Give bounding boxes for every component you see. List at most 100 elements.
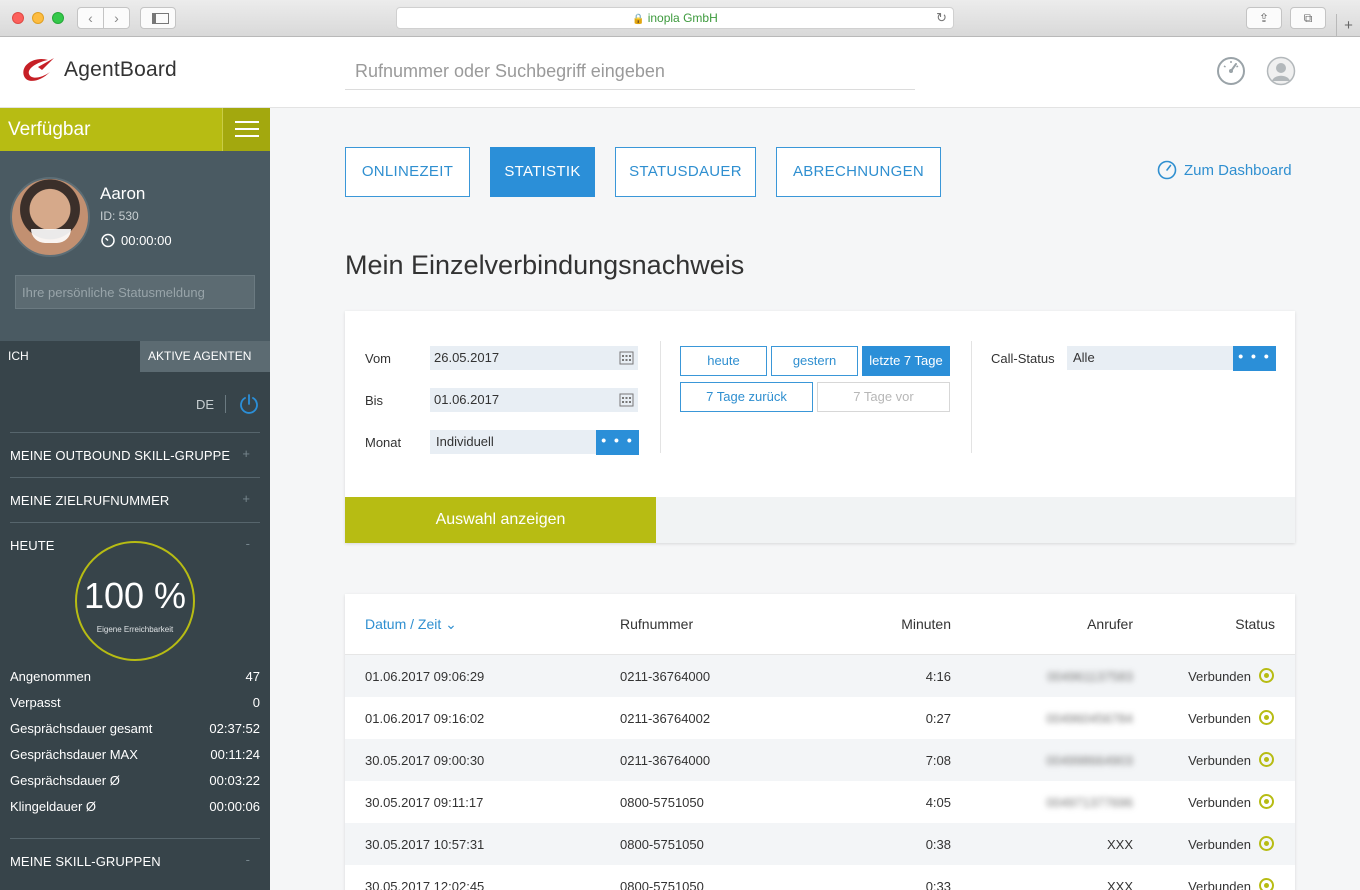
stat-row: Gesprächsdauer Ø 00:03:22 (10, 768, 260, 794)
section-outbound-skill-gruppe[interactable]: MEINE OUTBOUND SKILL-GRUPPE + (10, 432, 260, 477)
stats-list: Angenommen 47 Verpasst 0 Gesprächsdauer ge… (10, 664, 260, 820)
to-date-value: 01.06.2017 (434, 392, 500, 407)
plus-icon[interactable]: + (242, 446, 250, 461)
quick-gestern-button[interactable]: gestern (771, 346, 858, 376)
table-row[interactable]: 01.06.2017 09:06:29 0211-36764000 4:16 0… (345, 655, 1295, 697)
tab-statusdauer[interactable]: STATUSDAUER (615, 147, 756, 197)
column-header-anrufer[interactable]: Anrufer (1025, 616, 1133, 632)
plus-icon[interactable]: + (242, 491, 250, 506)
dashboard-link[interactable]: Zum Dashboard (1157, 160, 1292, 180)
search-input[interactable] (345, 53, 915, 90)
sidebar-tabs: ICH AKTIVE AGENTEN (0, 341, 270, 372)
cell-datetime: 01.06.2017 09:06:29 (365, 669, 485, 684)
cell-minutes: 4:05 (925, 795, 951, 810)
minus-icon[interactable]: - (246, 536, 250, 551)
stat-row: Gesprächsdauer MAX 00:11:24 (10, 742, 260, 768)
zoom-window-button[interactable] (52, 12, 64, 24)
column-header-rufnummer[interactable]: Rufnummer (620, 616, 693, 632)
reload-icon[interactable]: ↻ (936, 8, 947, 28)
profile-panel: Aaron ID: 530 00:00:00 (0, 151, 270, 341)
dashboard-link-label: Zum Dashboard (1184, 161, 1292, 179)
profile-id: ID: 530 (100, 209, 139, 223)
cell-status: Verbunden (1188, 837, 1251, 852)
show-selection-button[interactable]: Auswahl anzeigen (345, 497, 656, 543)
cell-minutes: 7:08 (925, 753, 951, 768)
calendar-icon[interactable] (619, 350, 634, 365)
app-header: AgentBoard (0, 37, 1360, 108)
new-tab-icon[interactable]: + (1336, 14, 1360, 37)
column-header-datum-zeit[interactable]: Datum / Zeit ⌄ (365, 616, 457, 633)
availability-status[interactable]: Verfügbar (0, 108, 222, 151)
language-selector[interactable]: DE (196, 397, 214, 412)
minus-icon[interactable]: - (246, 852, 250, 867)
quick-7-tage-zurueck-button[interactable]: 7 Tage zurück (680, 382, 813, 412)
table-row[interactable]: 01.06.2017 09:16:02 0211-36764002 0:27 0… (345, 697, 1295, 739)
tab-overview-icon[interactable]: ⧉ (1290, 7, 1326, 29)
quick-letzte-7-tage-button[interactable]: letzte 7 Tage (862, 346, 950, 376)
stat-row: Gesprächsdauer gesamt 02:37:52 (10, 716, 260, 742)
column-header-status[interactable]: Status (1165, 616, 1275, 632)
timer-value: 00:00:00 (121, 232, 172, 248)
calendar-icon[interactable] (619, 392, 634, 407)
stat-label: Gesprächsdauer Ø (10, 773, 120, 788)
submit-bar-filler (656, 497, 1295, 543)
cell-caller: 004960456784 (1046, 711, 1133, 726)
to-date-field[interactable]: 01.06.2017 (430, 388, 638, 412)
calls-table: Datum / Zeit ⌄ Rufnummer Minuten Anrufer… (345, 594, 1295, 890)
share-icon[interactable]: ⇪ (1246, 7, 1282, 29)
stat-label: Gesprächsdauer MAX (10, 747, 138, 762)
call-status-select[interactable]: Alle (1067, 346, 1233, 370)
minimize-window-button[interactable] (32, 12, 44, 24)
cell-datetime: 30.05.2017 09:11:17 (365, 795, 484, 810)
month-select[interactable]: Individuell (430, 430, 596, 454)
cell-number: 0211-36764000 (620, 669, 711, 684)
tab-abrechnungen[interactable]: ABRECHNUNGEN (776, 147, 941, 197)
close-window-button[interactable] (12, 12, 24, 24)
cell-minutes: 4:16 (925, 669, 951, 684)
table-row[interactable]: 30.05.2017 10:57:31 0800-5751050 0:38 XX… (345, 823, 1295, 865)
cell-caller: 004998664903 (1046, 753, 1133, 768)
reachability-ring: 100 % Eigene Erreichbarkeit (75, 541, 195, 661)
tab-statistik[interactable]: STATISTIK (490, 147, 595, 197)
cell-caller: XXX (1106, 837, 1133, 852)
call-status-options-button[interactable]: • • • (1233, 346, 1276, 371)
url-text: inopla GmbH (647, 11, 718, 25)
sort-chevron-down-icon: ⌄ (445, 616, 457, 632)
cell-status: Verbunden (1188, 753, 1251, 768)
quick-heute-button[interactable]: heute (680, 346, 767, 376)
back-icon[interactable]: ‹ (78, 8, 104, 28)
tab-onlinezeit[interactable]: ONLINEZEIT (345, 147, 470, 197)
divider (660, 341, 661, 453)
stat-row: Klingeldauer Ø 00:00:06 (10, 794, 260, 820)
column-header-minuten[interactable]: Minuten (845, 616, 951, 632)
profile-name: Aaron (100, 184, 146, 203)
forward-icon[interactable]: › (104, 8, 129, 28)
hamburger-menu-icon[interactable] (222, 108, 270, 151)
section-zielrufnummer[interactable]: MEINE ZIELRUFNUMMER + (10, 477, 260, 522)
sidebar: Verfügbar Aaron ID: 530 00:00:00 ICH AKT… (0, 108, 270, 890)
status-message-input[interactable] (15, 275, 255, 309)
address-bar[interactable]: 🔒 inopla GmbH ↻ (396, 7, 954, 29)
status-connected-icon (1259, 668, 1274, 683)
reachability-value: 100 % (83, 575, 187, 616)
logo[interactable]: AgentBoard (18, 54, 177, 86)
user-avatar-icon[interactable] (1266, 56, 1296, 86)
page-title: Mein Einzelverbindungsnachweis (345, 250, 745, 280)
from-date-field[interactable]: 26.05.2017 (430, 346, 638, 370)
cell-number: 0800-5751050 (620, 879, 704, 890)
quick-7-tage-vor-button[interactable]: 7 Tage vor (817, 382, 950, 412)
filter-panel: Vom 26.05.2017 Bis 01.06.2017 Monat Indi… (345, 311, 1295, 543)
stat-value: 00:11:24 (210, 747, 260, 762)
tab-aktive-agenten[interactable]: AKTIVE AGENTEN (140, 341, 270, 372)
main-content: ONLINEZEIT STATISTIK STATUSDAUER ABRECHN… (270, 108, 1360, 890)
tab-ich[interactable]: ICH (0, 341, 140, 372)
month-options-button[interactable]: • • • (596, 430, 639, 455)
section-skill-gruppen[interactable]: MEINE SKILL-GRUPPEN - (10, 838, 260, 883)
status-connected-icon (1259, 836, 1274, 851)
table-row[interactable]: 30.05.2017 09:00:30 0211-36764000 7:08 0… (345, 739, 1295, 781)
gauge-icon[interactable] (1216, 56, 1246, 86)
table-row[interactable]: 30.05.2017 12:02:45 0800-5751050 0:33 XX… (345, 865, 1295, 890)
table-row[interactable]: 30.05.2017 09:11:17 0800-5751050 4:05 00… (345, 781, 1295, 823)
power-icon[interactable] (238, 393, 260, 415)
sidebar-toggle-icon[interactable] (140, 7, 176, 29)
